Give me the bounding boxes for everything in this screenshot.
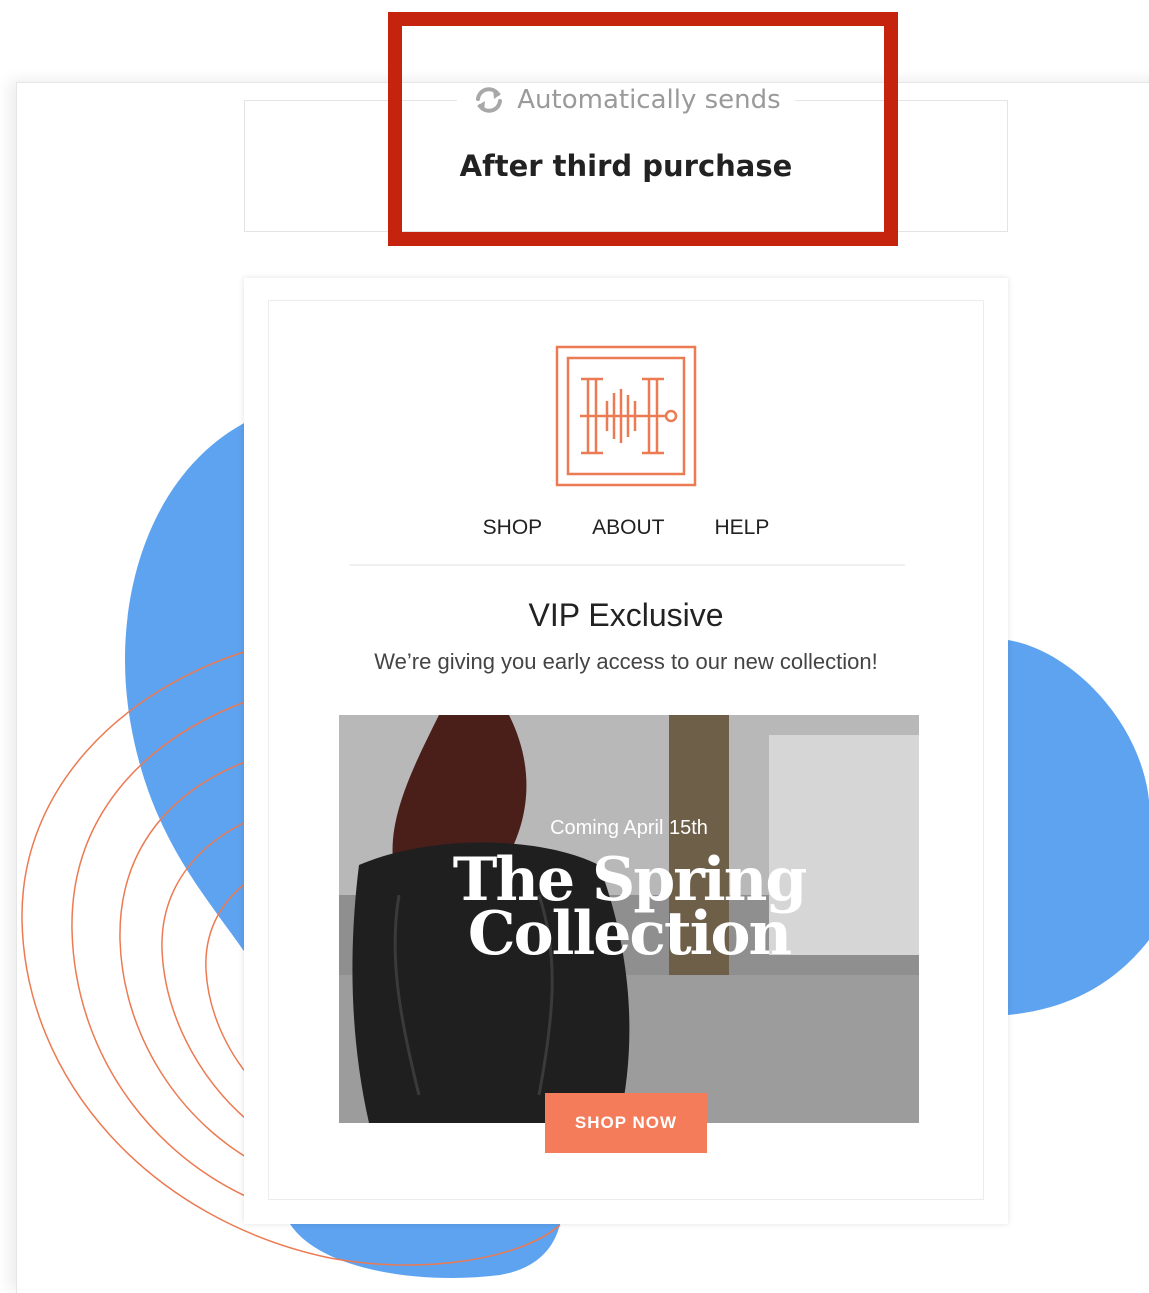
nav-shop[interactable]: SHOP bbox=[483, 516, 543, 540]
hero-image: Coming April 15th The Spring Collection bbox=[339, 715, 919, 1123]
hero-subtitle: Coming April 15th bbox=[550, 817, 708, 839]
nav-divider bbox=[349, 564, 905, 566]
brand-logo bbox=[555, 345, 697, 487]
nav-help[interactable]: HELP bbox=[715, 516, 770, 540]
email-preview: SHOP ABOUT HELP VIP Exclusive We’re givi… bbox=[244, 278, 1008, 1224]
email-headline: VIP Exclusive bbox=[528, 597, 724, 633]
highlight-box bbox=[388, 12, 898, 246]
email-subheadline: We’re giving you early access to our new… bbox=[374, 649, 878, 674]
email-nav: SHOP ABOUT HELP bbox=[269, 516, 983, 540]
hero-title-line2: Collection bbox=[467, 899, 792, 969]
shop-now-button[interactable]: SHOP NOW bbox=[545, 1093, 707, 1153]
hero-title: The Spring Collection bbox=[339, 850, 919, 969]
email-body: SHOP ABOUT HELP VIP Exclusive We’re givi… bbox=[268, 300, 984, 1200]
nav-about[interactable]: ABOUT bbox=[592, 516, 664, 540]
